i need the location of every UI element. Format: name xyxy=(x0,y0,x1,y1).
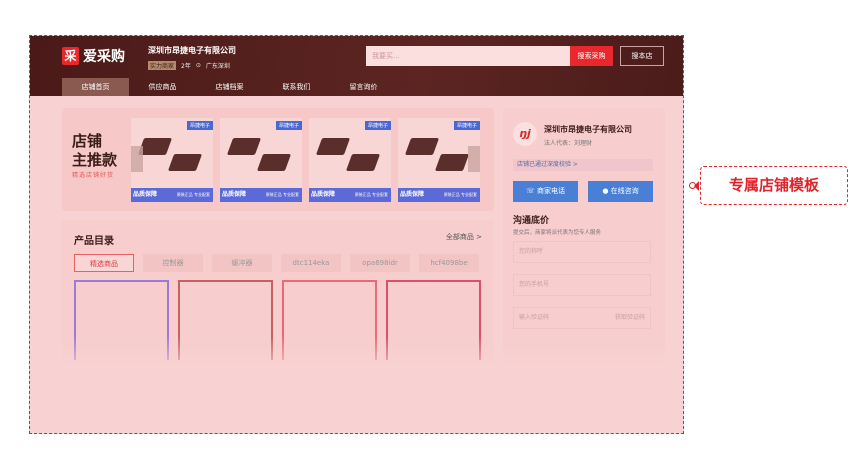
tab-featured[interactable]: 精选商品 xyxy=(74,254,134,272)
store-header: 采爱采购 深圳市昂捷电子有限公司 实力商家 2年 ⊙ 广东深圳 我要买... 搜索采购… xyxy=(30,36,683,96)
logo[interactable]: 采爱采购 xyxy=(62,46,125,66)
product-card[interactable]: 昂捷电子 品质保障 原装正品 专业配套 xyxy=(309,118,391,202)
search-button[interactable]: 搜索采购 xyxy=(570,46,613,66)
catalog-title: 产品目录 xyxy=(74,236,114,247)
featured-banner: 店铺 主推款 精选店铺好货 昂捷电子 品质保障 原装正品 专业配套 昂捷电子 品质保障原… xyxy=(62,108,494,211)
product-card[interactable]: 昂捷电子 品质保障 原装正品 专业配套 xyxy=(131,118,213,202)
store-template-preview: 采爱采购 深圳市昂捷电子有限公司 实力商家 2年 ⊙ 广东深圳 我要买... 搜索采购… xyxy=(29,35,684,434)
tab-buffer[interactable]: 缓冲器 xyxy=(212,254,272,272)
nav-profile[interactable]: 店铺档案 xyxy=(196,78,263,96)
nav-products[interactable]: 供应商品 xyxy=(129,78,196,96)
shop-info: 深圳市昂捷电子有限公司 实力商家 2年 ⊙ 广东深圳 xyxy=(148,45,236,70)
product-card[interactable]: 昂捷电子 品质保障 原装正品 专业配套 xyxy=(220,118,302,202)
fade-overlay xyxy=(30,336,683,433)
nav-contact[interactable]: 联系我们 xyxy=(263,78,330,96)
phone-input[interactable]: 您的手机号 xyxy=(513,274,651,296)
carousel-prev-button[interactable] xyxy=(131,146,143,172)
tab-dtc114eka[interactable]: dtc114eka xyxy=(281,254,341,272)
tab-hcf4098be[interactable]: hcf4098be xyxy=(419,254,479,272)
search-store-button[interactable]: 搜本店 xyxy=(620,46,664,66)
logo-text: 爱采购 xyxy=(83,49,125,65)
banner-title: 店铺 主推款 xyxy=(72,132,118,169)
nav-home[interactable]: 店铺首页 xyxy=(62,78,129,96)
section-title: 沟通底价 xyxy=(513,216,550,226)
years-badge: 2年 xyxy=(181,63,191,70)
carousel-next-button[interactable] xyxy=(468,146,480,172)
location: 广东深圳 xyxy=(205,63,230,70)
code-input[interactable]: 输入验证码 获取验证码 xyxy=(513,307,651,329)
all-products-link[interactable]: 全部商品 > xyxy=(446,232,482,242)
legal-rep: 法人代表：刘理财 xyxy=(544,140,593,147)
company-name: 深圳市昂捷电子有限公司 xyxy=(544,125,632,134)
tab-opa698idr[interactable]: opa698idr xyxy=(350,254,410,272)
section-subtitle: 提交后，商家将派代表为您专人服务 xyxy=(513,230,602,236)
callout-label: 专属店铺模板 xyxy=(694,166,848,205)
phone-button[interactable]: ☏ 商家电话 xyxy=(513,181,578,202)
location-pin-icon: ⊙ xyxy=(195,62,201,69)
logo-icon: 采 xyxy=(62,47,79,65)
search-input[interactable]: 我要买... xyxy=(366,46,570,66)
store-nav: 店铺首页 供应商品 店铺档案 联系我们 留言询价 xyxy=(62,78,397,96)
company-avatar: ŋj xyxy=(513,122,537,146)
code-placeholder: 输入验证码 xyxy=(519,314,550,321)
merchant-badge: 实力商家 xyxy=(148,61,177,70)
shop-name: 深圳市昂捷电子有限公司 xyxy=(148,46,236,55)
name-input[interactable]: 您的称呼 xyxy=(513,241,651,263)
tab-controller[interactable]: 控制器 xyxy=(143,254,203,272)
nav-inquiry[interactable]: 留言询价 xyxy=(330,78,397,96)
chat-button[interactable]: ● 在线咨询 xyxy=(588,181,653,202)
get-code-button[interactable]: 获取验证码 xyxy=(615,308,650,328)
banner-subtitle: 精选店铺好货 xyxy=(72,172,115,179)
verified-link[interactable]: 店铺已通过深度校验 > xyxy=(513,159,653,171)
